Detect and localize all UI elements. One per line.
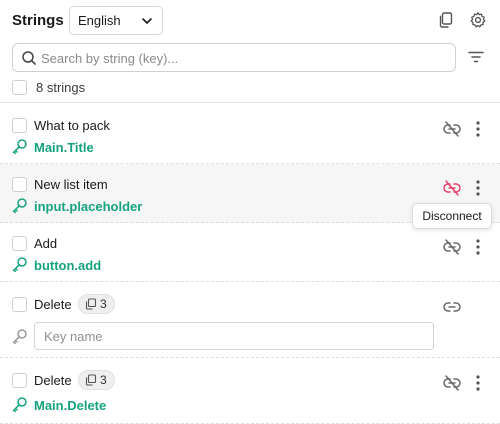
string-label: New list item <box>34 177 108 192</box>
row-checkbox[interactable] <box>12 236 27 251</box>
key-icon <box>12 397 27 413</box>
copy-icon[interactable] <box>436 10 456 30</box>
more-vertical-icon[interactable] <box>470 178 486 198</box>
select-all-checkbox[interactable] <box>12 80 27 95</box>
string-label: Delete <box>34 297 72 312</box>
select-all-row: 8 strings <box>0 76 500 100</box>
list-item: Delete 3 Main.Delete <box>0 358 500 424</box>
language-select-value: English <box>78 13 121 28</box>
search-box <box>12 43 456 72</box>
key-icon <box>12 329 27 345</box>
page-title: Strings <box>12 12 64 29</box>
more-vertical-icon[interactable] <box>470 373 486 393</box>
chevron-down-icon <box>142 18 152 24</box>
row-checkbox[interactable] <box>12 177 27 192</box>
copy-icon <box>85 374 97 386</box>
key-icon <box>12 198 27 214</box>
duplicates-badge[interactable]: 3 <box>78 370 115 390</box>
filter-icon[interactable] <box>466 47 486 67</box>
row-checkbox[interactable] <box>12 373 27 388</box>
duplicates-count: 3 <box>100 373 107 387</box>
gear-icon[interactable] <box>468 10 488 30</box>
key-icon <box>12 139 27 155</box>
list-item: Add button.add <box>0 223 500 282</box>
row-checkbox[interactable] <box>12 118 27 133</box>
strings-list: What to pack Main.Title New list item in… <box>0 102 500 424</box>
string-key[interactable]: Main.Delete <box>34 398 106 413</box>
string-key[interactable]: input.placeholder <box>34 199 142 214</box>
search-icon <box>22 51 36 65</box>
language-select[interactable]: English <box>69 6 163 35</box>
copy-icon <box>85 298 97 310</box>
string-label: Add <box>34 236 58 251</box>
string-key[interactable]: button.add <box>34 258 101 273</box>
link-icon[interactable] <box>442 297 462 317</box>
unlink-icon[interactable] <box>442 373 462 393</box>
row-checkbox[interactable] <box>12 297 27 312</box>
unlink-icon[interactable] <box>442 178 462 198</box>
unlink-icon[interactable] <box>442 237 462 257</box>
duplicates-badge[interactable]: 3 <box>78 294 115 314</box>
more-vertical-icon[interactable] <box>470 237 486 257</box>
key-name-input[interactable] <box>34 322 434 350</box>
string-label: What to pack <box>34 118 110 133</box>
string-label: Delete <box>34 373 72 388</box>
string-key[interactable]: Main.Title <box>34 140 94 155</box>
search-input[interactable] <box>41 48 441 68</box>
unlink-icon[interactable] <box>442 119 462 139</box>
strings-count: 8 strings <box>36 80 86 95</box>
key-icon <box>12 257 27 273</box>
list-item: What to pack Main.Title <box>0 103 500 164</box>
list-item: Delete 3 <box>0 282 500 358</box>
more-vertical-icon[interactable] <box>470 119 486 139</box>
strings-header: Strings English 8 strings <box>0 0 500 102</box>
disconnect-tooltip: Disconnect <box>412 203 492 229</box>
duplicates-count: 3 <box>100 297 107 311</box>
